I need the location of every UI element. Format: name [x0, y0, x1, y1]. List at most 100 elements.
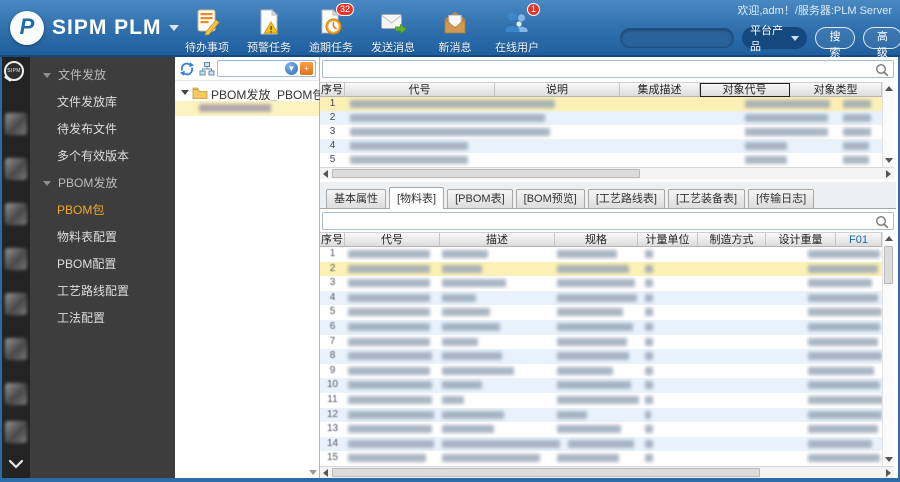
search-scope-dropdown[interactable]: 平台产品 — [742, 25, 808, 53]
table-row-2[interactable]: 2 — [320, 261, 882, 277]
strip-module-icon-1[interactable] — [5, 113, 27, 135]
tree-filter-add-icon[interactable]: + — [300, 62, 313, 75]
column-header-集成描述[interactable]: 集成描述 — [620, 83, 700, 97]
horizontal-scroll-thumb[interactable] — [332, 169, 640, 178]
column-header-代号[interactable]: 代号 — [345, 233, 440, 247]
menu-group-1[interactable]: 文件发放 — [30, 62, 175, 89]
table-row-3[interactable]: 3 — [320, 125, 882, 139]
table-row-4[interactable]: 4 — [320, 139, 882, 153]
menu-item-物料表配置[interactable]: 物料表配置 — [30, 224, 175, 251]
scroll-down-icon[interactable] — [885, 457, 893, 462]
table-row-1[interactable]: 1 — [320, 97, 882, 111]
tab-PBOM表[interactable]: [PBOM表] — [447, 189, 513, 208]
table-row-2[interactable]: 2 — [320, 111, 882, 125]
tree-scrollbar-down-icon[interactable] — [309, 470, 317, 475]
column-header-对象代号[interactable]: 对象代号 — [700, 83, 790, 97]
strip-module-icon-4[interactable] — [5, 248, 27, 270]
table-row-13[interactable]: 13 — [320, 422, 882, 437]
tab-工艺装备表[interactable]: [工艺装备表] — [667, 189, 746, 208]
table-row-8[interactable]: 8 — [320, 349, 882, 364]
table-row-7[interactable]: 7 — [320, 334, 882, 350]
menu-item-待发布文件[interactable]: 待发布文件 — [30, 116, 175, 143]
tab-工艺路线表[interactable]: [工艺路线表] — [587, 189, 665, 208]
table-row-12[interactable]: 12 — [320, 407, 882, 423]
nav-item-2[interactable]: 预警任务 — [238, 7, 300, 55]
scroll-up-icon[interactable] — [885, 236, 893, 241]
top-table-search-input[interactable] — [327, 62, 867, 76]
column-header-设计重量[interactable]: 设计重量 — [766, 233, 836, 247]
strip-module-icon-7[interactable] — [5, 383, 27, 405]
column-header-序号[interactable]: 序号 — [320, 233, 345, 247]
tree-filter-input[interactable] — [220, 62, 282, 75]
menu-item-文件发放库[interactable]: 文件发放库 — [30, 89, 175, 116]
strip-module-icon-8[interactable] — [5, 421, 27, 443]
horizontal-scroll-thumb[interactable] — [332, 468, 760, 477]
nav-item-4[interactable]: 发送消息 — [362, 7, 424, 55]
vertical-scrollbar[interactable] — [882, 232, 894, 466]
tab-传输日志[interactable]: [传输日志] — [748, 189, 815, 208]
horizontal-scrollbar[interactable] — [320, 466, 894, 478]
scroll-left-icon[interactable] — [323, 469, 328, 477]
table-row-11[interactable]: 11 — [320, 393, 884, 408]
vertical-scroll-thumb[interactable] — [884, 246, 893, 284]
table-row-15[interactable]: 15 — [320, 451, 882, 466]
tab-物料表[interactable]: [物料表] — [389, 187, 445, 209]
scroll-down-icon[interactable] — [885, 158, 893, 163]
table-row-5[interactable]: 5 — [320, 153, 882, 167]
menu-item-PBOM配置[interactable]: PBOM配置 — [30, 251, 175, 278]
column-header-说明[interactable]: 说明 — [495, 83, 620, 97]
scroll-right-icon[interactable] — [886, 170, 891, 178]
strip-module-icon-5[interactable] — [5, 293, 27, 315]
scroll-right-icon[interactable] — [886, 469, 891, 477]
column-header-序号[interactable]: 序号 — [320, 83, 345, 97]
table-row-6[interactable]: 6 — [320, 320, 882, 335]
nav-item-3[interactable]: 32 逾期任务 — [300, 3, 362, 55]
tree-filter-go-icon[interactable]: ▼ — [285, 62, 298, 75]
advanced-search-button[interactable]: 高级 — [862, 27, 900, 59]
column-header-计量单位[interactable]: 计量单位 — [638, 233, 698, 247]
search-button[interactable]: 搜索 — [815, 27, 855, 59]
strip-expand-chevron-icon[interactable] — [8, 456, 24, 474]
column-header-制造方式[interactable]: 制造方式 — [698, 233, 766, 247]
nav-item-5[interactable]: 新消息 — [424, 7, 486, 55]
menu-item-多个有效版本[interactable]: 多个有效版本 — [30, 143, 175, 170]
nav-item-1[interactable]: 待办事项 — [176, 7, 238, 55]
refresh-icon[interactable] — [179, 61, 195, 82]
menu-item-工艺路线配置[interactable]: 工艺路线配置 — [30, 278, 175, 305]
column-header-代号[interactable]: 代号 — [345, 83, 495, 97]
column-header-规格[interactable]: 规格 — [555, 233, 638, 247]
scroll-left-icon[interactable] — [323, 170, 328, 178]
nav-item-6[interactable]: 1 在线用户 — [486, 3, 548, 55]
scroll-up-icon[interactable] — [885, 86, 893, 91]
menu-item-PBOM包[interactable]: PBOM包 — [30, 197, 175, 224]
group-collapse-caret-icon[interactable] — [43, 73, 51, 79]
strip-module-icon-6[interactable] — [5, 338, 27, 360]
global-search-input[interactable] — [620, 28, 734, 48]
tree-root-node[interactable]: PBOM发放_PBOM包 — [175, 85, 324, 102]
column-header-描述[interactable]: 描述 — [440, 233, 555, 247]
group-collapse-caret-icon[interactable] — [43, 181, 51, 187]
column-header-对象类型[interactable]: 对象类型 — [790, 83, 882, 97]
table-row-14[interactable]: 14 — [320, 436, 882, 452]
horizontal-scrollbar[interactable] — [320, 167, 894, 179]
tab-BOM预览[interactable]: [BOM预览] — [515, 189, 585, 208]
strip-module-icon-3[interactable] — [5, 203, 27, 225]
tree-expand-caret-icon[interactable] — [181, 90, 189, 95]
tree-child-node-selected[interactable] — [175, 101, 319, 116]
tree-view-icon[interactable] — [199, 61, 215, 82]
table-row-10[interactable]: 10 — [320, 378, 882, 393]
table-row-5[interactable]: 5 — [320, 305, 882, 320]
sipm-search-logo-icon[interactable]: SIPM — [3, 61, 28, 85]
column-header-F01[interactable]: F01 — [836, 233, 882, 247]
menu-group-5[interactable]: PBOM发放 — [30, 170, 175, 197]
bottom-table-search-input[interactable] — [327, 214, 867, 228]
table-row-1[interactable]: 1 — [320, 247, 882, 262]
tab-基本属性[interactable]: 基本属性 — [326, 189, 386, 208]
brand[interactable]: P SIPM PLM — [10, 11, 179, 45]
menu-item-工法配置[interactable]: 工法配置 — [30, 305, 175, 332]
strip-module-icon-2[interactable] — [5, 158, 27, 180]
search-icon[interactable] — [874, 62, 890, 83]
vertical-scrollbar[interactable] — [882, 82, 894, 167]
table-row-3[interactable]: 3 — [320, 276, 882, 291]
table-row-9[interactable]: 9 — [320, 363, 882, 379]
